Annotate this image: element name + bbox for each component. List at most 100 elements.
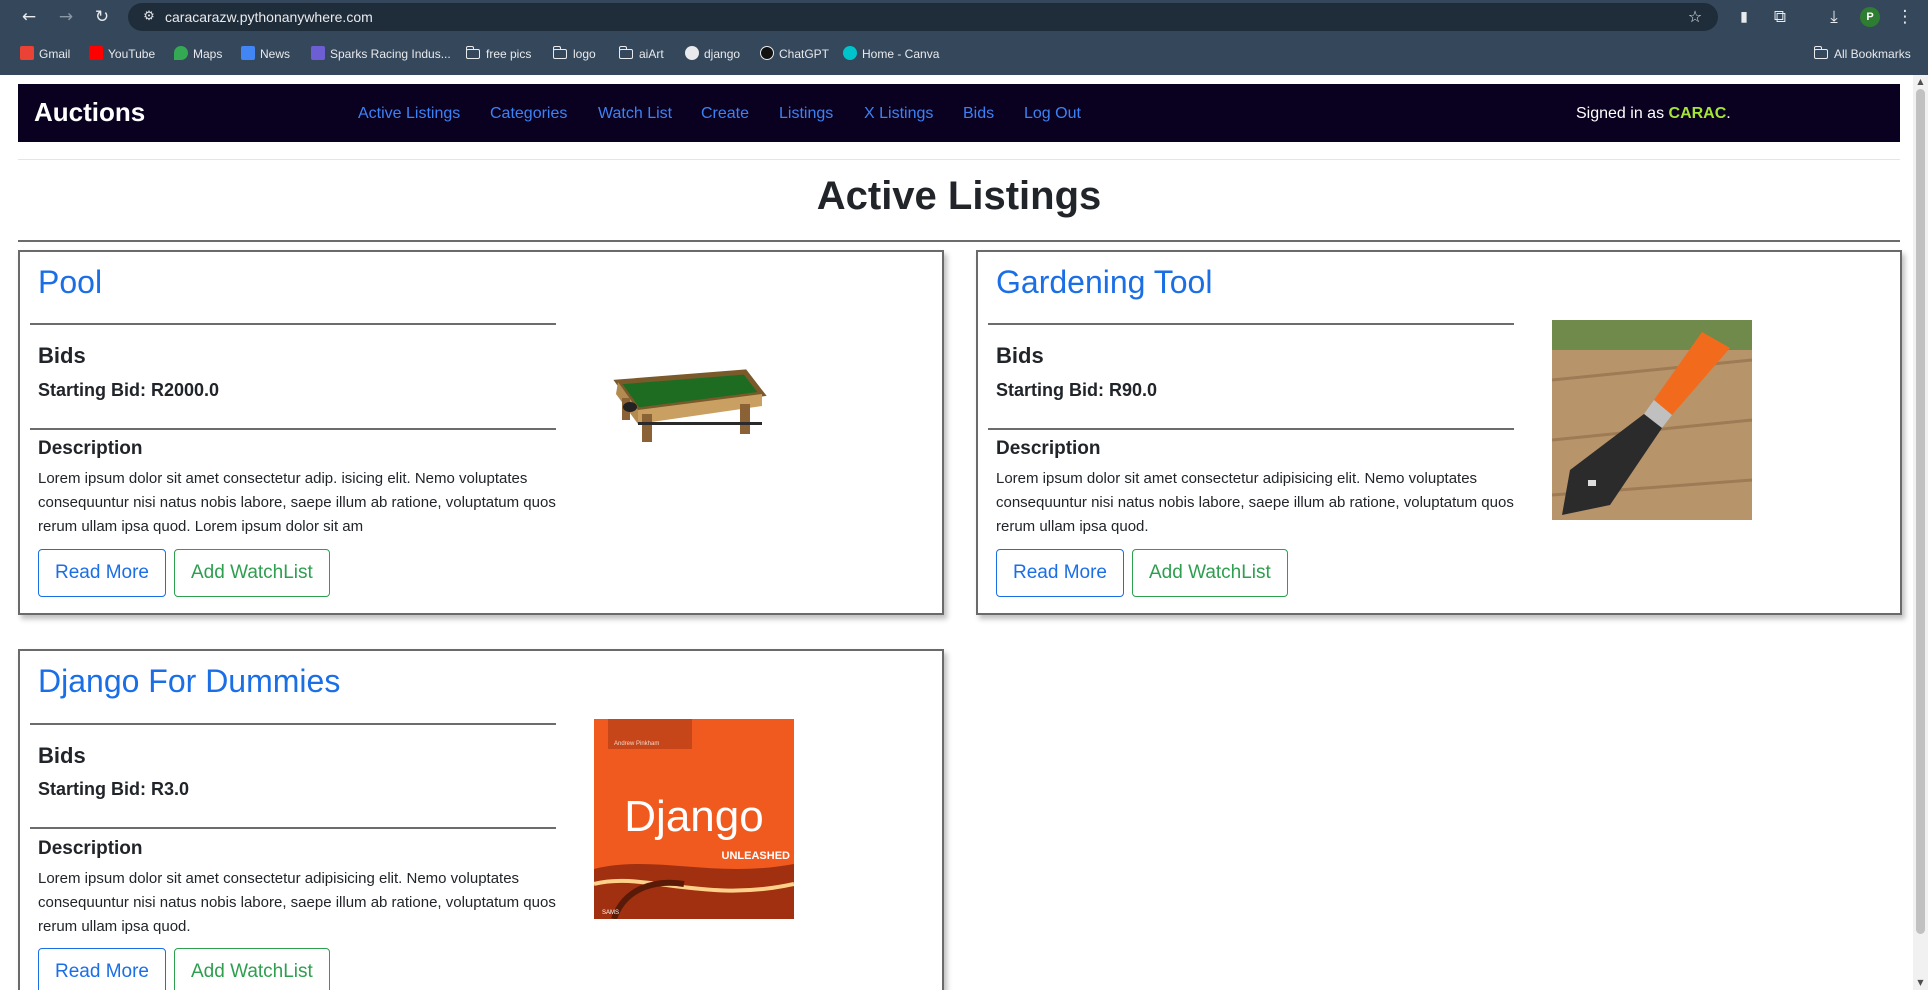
globe-icon — [685, 46, 699, 60]
youtube-icon — [89, 46, 103, 60]
read-more-button[interactable]: Read More — [996, 549, 1124, 597]
listing-card: Gardening Tool Bids Starting Bid: R90.0 … — [976, 250, 1902, 615]
folder-icon — [465, 46, 480, 59]
signed-in-prefix: Signed in as — [1576, 105, 1669, 122]
all-bookmarks[interactable]: All Bookmarks — [1813, 41, 1911, 67]
bookmark-maps[interactable]: Maps — [174, 41, 222, 67]
nav-listings[interactable]: Listings — [779, 84, 833, 144]
signed-in-username: CARAC — [1668, 105, 1727, 122]
nav-categories[interactable]: Categories — [490, 84, 567, 144]
bookmark-news[interactable]: News — [241, 41, 290, 67]
bookmark-canva[interactable]: Home - Canva — [843, 41, 939, 67]
forward-icon[interactable]: → — [55, 6, 77, 28]
starting-bid: Starting Bid: R3.0 — [38, 779, 190, 799]
read-more-button[interactable]: Read More — [38, 549, 166, 597]
reading-list-icon[interactable]: ▮ — [1733, 6, 1755, 28]
bookmark-label: django — [704, 47, 741, 61]
pool-table-image — [613, 369, 767, 442]
add-watchlist-button[interactable]: Add WatchList — [174, 549, 330, 597]
bookmark-star-icon[interactable]: ☆ — [1684, 6, 1706, 28]
divider — [988, 323, 1514, 325]
read-more-button[interactable]: Read More — [38, 948, 166, 990]
bids-heading: Bids — [38, 343, 86, 368]
folder-icon — [1813, 46, 1828, 59]
book-cover-image: Andrew Pinkham Django UNLEASHED SAMS — [594, 719, 794, 919]
bookmark-free-pics[interactable]: free pics — [465, 41, 531, 67]
bookmark-youtube[interactable]: YouTube — [89, 41, 155, 67]
divider — [30, 323, 556, 325]
address-bar[interactable]: ⚙ caracarazw.pythonanywhere.com ☆ — [128, 3, 1718, 31]
signed-in-suffix: . — [1726, 105, 1731, 122]
book-subtitle: UNLEASHED — [722, 850, 791, 862]
maps-icon — [174, 46, 188, 60]
nav-x-listings[interactable]: X Listings — [864, 84, 933, 144]
bookmark-label: Maps — [193, 47, 223, 61]
site-info-icon[interactable]: ⚙ — [138, 6, 160, 28]
bookmark-django[interactable]: django — [685, 41, 740, 67]
bookmark-label: YouTube — [108, 47, 156, 61]
browser-chrome: ← → ↻ ⚙ caracarazw.pythonanywhere.com ☆ … — [0, 0, 1928, 75]
listing-title[interactable]: Django For Dummies — [38, 661, 340, 701]
bookmark-label: ChatGPT — [779, 47, 830, 61]
listing-card: Django For Dummies Bids Starting Bid: R3… — [18, 649, 944, 990]
gardening-tool-image — [1552, 320, 1752, 520]
bookmark-label: logo — [573, 47, 596, 61]
starting-bid: Starting Bid: R90.0 — [996, 380, 1158, 400]
listing-title[interactable]: Gardening Tool — [996, 262, 1212, 302]
url-text[interactable]: caracarazw.pythonanywhere.com — [165, 3, 373, 31]
gmail-icon — [20, 46, 34, 60]
listing-card: Pool Bids Starting Bid: R2000.0 Descript… — [18, 250, 944, 615]
news-icon — [241, 46, 255, 60]
listing-title[interactable]: Pool — [38, 262, 102, 302]
folder-icon — [552, 46, 567, 59]
description-heading: Description — [996, 438, 1101, 459]
download-icon[interactable]: ⤓ — [1823, 6, 1845, 28]
page-title: Active Listings — [816, 174, 1102, 218]
divider — [18, 240, 1900, 242]
scroll-up-icon[interactable]: ▲ — [1916, 77, 1925, 87]
book-publisher: SAMS — [602, 910, 619, 916]
description-heading: Description — [38, 438, 143, 459]
sparks-icon — [311, 46, 325, 60]
back-icon[interactable]: ← — [18, 6, 40, 28]
nav-create[interactable]: Create — [701, 84, 749, 144]
add-watchlist-button[interactable]: Add WatchList — [174, 948, 330, 990]
nav-active-listings[interactable]: Active Listings — [358, 84, 460, 144]
divider — [18, 159, 1900, 160]
add-watchlist-button[interactable]: Add WatchList — [1132, 549, 1288, 597]
bookmark-aiart[interactable]: aiArt — [618, 41, 664, 67]
reload-icon[interactable]: ↻ — [91, 6, 113, 28]
divider — [988, 428, 1514, 430]
bookmark-chatgpt[interactable]: ChatGPT — [760, 41, 829, 67]
page-scrollbar[interactable]: ▲ ▼ — [1913, 75, 1928, 990]
profile-avatar[interactable]: P — [1860, 7, 1880, 27]
description-heading: Description — [38, 838, 143, 859]
nav-bids[interactable]: Bids — [963, 84, 994, 144]
listing-description: Lorem ipsum dolor sit amet consectetur a… — [38, 470, 556, 535]
bookmarks-bar: Gmail YouTube Maps News Sparks Racing In… — [0, 41, 1928, 67]
browser-toolbar: ← → ↻ ⚙ caracarazw.pythonanywhere.com ☆ … — [0, 0, 1928, 34]
bookmark-label: Home - Canva — [862, 47, 940, 61]
brand-logo[interactable]: Auctions — [34, 84, 145, 140]
book-author: Andrew Pinkham — [614, 741, 659, 747]
menu-icon[interactable]: ⋮ — [1894, 6, 1916, 28]
nav-watch-list[interactable]: Watch List — [598, 84, 672, 144]
web-page: Auctions Active Listings Categories Watc… — [0, 75, 1928, 990]
scrollbar-thumb[interactable] — [1916, 89, 1925, 934]
bookmark-label: Gmail — [39, 47, 71, 61]
bids-heading: Bids — [38, 743, 86, 768]
nav-log-out[interactable]: Log Out — [1024, 84, 1081, 144]
chatgpt-icon — [760, 46, 774, 60]
bids-heading: Bids — [996, 343, 1044, 368]
bookmark-gmail[interactable]: Gmail — [20, 41, 70, 67]
divider — [30, 723, 556, 725]
divider — [30, 827, 556, 829]
folder-icon — [618, 46, 633, 59]
scroll-down-icon[interactable]: ▼ — [1916, 978, 1925, 988]
bookmark-sparks[interactable]: Sparks Racing Indus... — [311, 41, 451, 67]
bookmark-logo[interactable]: logo — [552, 41, 596, 67]
bookmark-label: Sparks Racing Indus... — [330, 47, 451, 61]
listing-description: Lorem ipsum dolor sit amet consectetur a… — [38, 870, 556, 935]
listing-description: Lorem ipsum dolor sit amet consectetur a… — [996, 470, 1514, 535]
extensions-icon[interactable]: ⧉ — [1769, 6, 1791, 28]
